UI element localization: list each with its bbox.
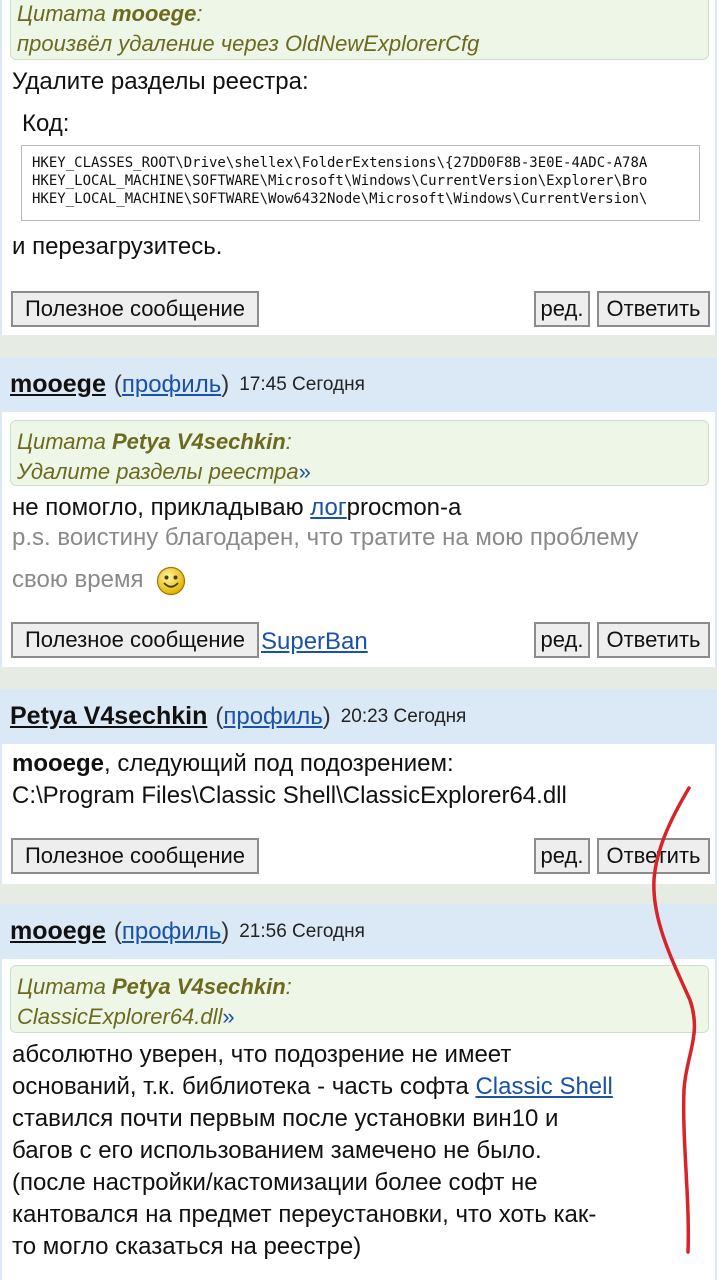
post-header: Petya V4sechkin (профиль) 20:23 Сегодня — [0, 689, 717, 744]
ps-text-line: свою время — [12, 566, 144, 593]
quote-author: Petya V4sechkin — [111, 429, 286, 454]
post-text: абсолютно уверен, что подозрение не имее… — [12, 1041, 512, 1068]
quote-author: mooege — [111, 1, 197, 26]
post-text: кантовался на предмет переустановки, что… — [12, 1201, 597, 1228]
paren-close: ) — [322, 702, 331, 730]
paren-close: ) — [221, 370, 230, 398]
quote-prefix: Цитата — [17, 974, 106, 999]
edit-button[interactable]: ред. — [534, 291, 590, 327]
post-2-body: Цитата Petya V4sechkin: Удалите разделы … — [0, 412, 717, 667]
reply-button[interactable]: Ответить — [597, 838, 710, 874]
paren-open: ( — [113, 370, 122, 398]
profile-link[interactable]: профиль — [122, 918, 221, 946]
text-span: procmon-а — [346, 494, 462, 521]
quote-colon: : — [285, 974, 292, 999]
post-separator — [0, 884, 717, 904]
useful-message-button[interactable]: Полезное сообщение — [11, 291, 259, 327]
post-text: mooege, следующий под подозрением: — [12, 748, 454, 780]
post-header: mooege (профиль) 21:56 Сегодня — [0, 904, 717, 959]
quote-prefix: Цитата — [17, 429, 106, 454]
profile-link[interactable]: профиль — [223, 703, 322, 731]
quote-block: Цитата Petya V4sechkin: ClassicExplorer6… — [10, 965, 709, 1033]
post-text: (после настройки/кастомизации более софт… — [12, 1169, 538, 1196]
quote-jump-link[interactable]: » — [299, 459, 311, 484]
superban-link[interactable]: SuperBan — [261, 626, 368, 658]
author-name[interactable]: mooege — [10, 370, 106, 399]
post-time: 17:45 Сегодня — [239, 373, 365, 395]
post-text: Удалите разделы реестра: — [12, 68, 309, 95]
post-time: 21:56 Сегодня — [239, 920, 365, 942]
post-header: mooege (профиль) 17:45 Сегодня — [0, 357, 717, 412]
post-1-body: Цитата mooege: произвёл удаление через O… — [0, 0, 717, 335]
edit-button[interactable]: ред. — [534, 622, 590, 658]
code-line: HKEY_LOCAL_MACHINE\SOFTWARE\Wow6432Node\… — [32, 191, 648, 207]
useful-message-button[interactable]: Полезное сообщение — [11, 622, 259, 658]
code-line: HKEY_LOCAL_MACHINE\SOFTWARE\Microsoft\Wi… — [32, 173, 648, 189]
useful-message-button[interactable]: Полезное сообщение — [11, 838, 259, 874]
addressee-name: mooege — [12, 750, 105, 777]
quote-colon: : — [196, 1, 203, 26]
post-4-body: Цитата Petya V4sechkin: ClassicExplorer6… — [0, 959, 717, 1280]
post-text: то могло сказаться на реестре) — [12, 1233, 362, 1260]
ps-text: свою время — [12, 564, 186, 596]
post-3-body: mooege, следующий под подозрением: C:\Pr… — [0, 744, 717, 884]
post-separator — [0, 335, 717, 357]
post-text: не помогло, прикладываю логprocmon-а — [12, 492, 461, 524]
quote-block: Цитата mooege: произвёл удаление через O… — [10, 0, 709, 60]
quote-author: Petya V4sechkin — [111, 974, 286, 999]
paren-open: ( — [215, 702, 224, 730]
text-span: не помогло, прикладываю — [12, 494, 311, 521]
quote-block: Цитата Petya V4sechkin: Удалите разделы … — [10, 420, 709, 486]
post-time: 20:23 Сегодня — [340, 705, 467, 727]
reply-button[interactable]: Ответить — [597, 291, 710, 327]
quote-prefix: Цитата — [17, 1, 106, 26]
author-name[interactable]: Petya V4sechkin — [10, 702, 207, 731]
classic-shell-link[interactable]: Classic Shell — [475, 1073, 612, 1100]
post-text: ставился почти первым после установки ви… — [12, 1105, 559, 1132]
code-box[interactable]: HKEY_CLASSES_ROOT\Drive\shellex\FolderEx… — [21, 145, 700, 221]
quote-text: произвёл удаление через OldNewExplorerCf… — [17, 31, 480, 56]
quote-text: ClassicExplorer64.dll — [17, 1004, 223, 1029]
code-line: HKEY_CLASSES_ROOT\Drive\shellex\FolderEx… — [32, 155, 648, 171]
post-text: и перезагрузитесь. — [12, 233, 223, 260]
file-path-text: C:\Program Files\Classic Shell\ClassicEx… — [12, 782, 567, 809]
post-separator — [0, 667, 717, 689]
quote-text: Удалите разделы реестра — [17, 459, 299, 484]
ps-text: p.s. воистину благодарен, что тратите на… — [12, 524, 639, 551]
code-label: Код: — [22, 110, 70, 137]
paren-open: ( — [113, 917, 122, 945]
text-span: оснований, т.к. библиотека - часть софта — [12, 1073, 476, 1100]
paren-close: ) — [221, 917, 230, 945]
log-link[interactable]: лог — [310, 494, 346, 521]
quote-jump-link[interactable]: » — [222, 1004, 234, 1029]
smiley-icon — [157, 566, 186, 595]
profile-link[interactable]: профиль — [122, 371, 221, 399]
reply-button[interactable]: Ответить — [597, 622, 710, 658]
post-text: оснований, т.к. библиотека - часть софта… — [12, 1071, 613, 1103]
post-text: багов с его использованием замечено не б… — [12, 1137, 542, 1164]
text-span: , следующий под подозрением: — [104, 750, 454, 777]
edit-button[interactable]: ред. — [534, 838, 590, 874]
quote-colon: : — [285, 429, 292, 454]
author-name[interactable]: mooege — [10, 917, 106, 946]
